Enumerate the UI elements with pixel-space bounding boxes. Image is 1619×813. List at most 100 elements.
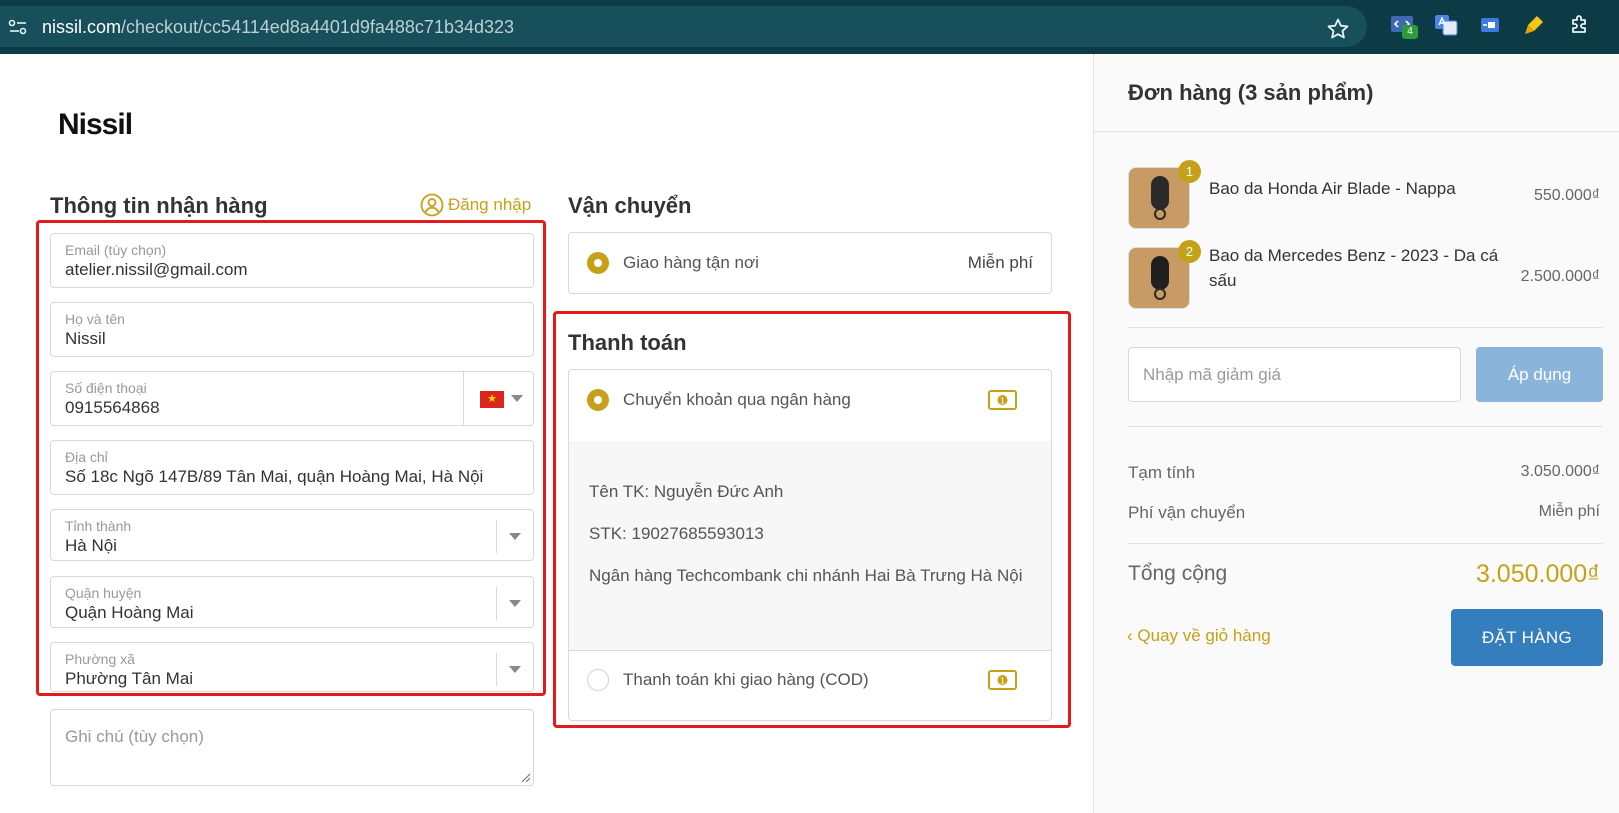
reader-icon — [1481, 18, 1499, 32]
product-name[interactable]: Bao da Mercedes Benz - 2023 - Da cá sấu — [1209, 243, 1499, 293]
address-bar[interactable]: nissil.com/checkout/cc54114ed8a4401d9fa4… — [0, 6, 1367, 47]
product-price: 550.000₫ — [1533, 187, 1600, 204]
province-label: Tỉnh thành — [65, 518, 132, 534]
full-name-label: Họ và tên — [65, 311, 125, 327]
shipping-option-label: Giao hàng tận nơi — [623, 253, 759, 272]
chevron-down-icon — [511, 395, 523, 402]
total-label: Tổng cộng — [1128, 562, 1228, 585]
bank-account-number: STK: 19027685593013 — [589, 524, 764, 543]
cod-radio[interactable] — [587, 669, 609, 691]
order-title-divider — [1093, 131, 1619, 132]
bank-name: Ngân hàng Techcombank chi nhánh Hai Bà T… — [589, 566, 1023, 585]
product-price: 2.500.000₫ — [1520, 268, 1600, 285]
key-cover-icon — [1151, 256, 1169, 290]
site-info-icon[interactable] — [8, 19, 28, 35]
shipping-radio[interactable] — [587, 252, 609, 274]
chevron-left-icon: ‹ — [1127, 626, 1138, 645]
chevron-down-icon — [509, 666, 521, 673]
vietnam-flag-icon: ★ — [480, 391, 504, 408]
product-thumbnail[interactable]: 2 — [1128, 240, 1201, 309]
cash-icon: 1 — [988, 390, 1017, 410]
full-name-value: Nissil — [65, 329, 106, 348]
shipping-option[interactable]: Giao hàng tận nơi Miễn phí — [568, 232, 1052, 294]
address-field[interactable]: Địa chỉ Số 18c Ngõ 147B/89 Tân Mai, quận… — [50, 440, 534, 495]
ward-value: Phường Tân Mai — [65, 669, 194, 688]
select-divider — [496, 587, 497, 620]
cod-label[interactable]: Thanh toán khi giao hàng (COD) — [623, 670, 869, 690]
highlighter-icon — [1525, 16, 1543, 34]
quantity-badge: 2 — [1178, 240, 1201, 263]
translate-icon — [1435, 15, 1458, 36]
select-divider — [496, 653, 497, 686]
cash-icon: 1 — [988, 670, 1017, 690]
chevron-down-icon — [509, 600, 521, 607]
address-label: Địa chỉ — [65, 449, 108, 465]
district-label: Quận huyện — [65, 585, 142, 601]
url-text[interactable]: nissil.com/checkout/cc54114ed8a4401d9fa4… — [42, 17, 514, 38]
subtotal-label: Tạm tính — [1128, 463, 1196, 482]
url-host: nissil.com — [42, 17, 122, 37]
province-select[interactable]: Tỉnh thành Hà Nội — [50, 509, 534, 561]
payment-divider — [568, 650, 1052, 651]
order-title: Đơn hàng (3 sản phẩm) — [1128, 80, 1374, 105]
coupon-input[interactable] — [1128, 347, 1461, 402]
phone-label: Số điện thoại — [65, 380, 147, 396]
bookmark-star-icon[interactable] — [1326, 17, 1350, 41]
ward-label: Phường xã — [65, 651, 135, 667]
bank-transfer-label[interactable]: Chuyển khoản qua ngân hàng — [623, 390, 851, 410]
highlighter-extension-icon[interactable] — [1522, 13, 1546, 37]
svg-text:1: 1 — [1000, 397, 1005, 406]
shipping-fee-label: Phí vận chuyển — [1128, 503, 1246, 522]
products-divider — [1128, 327, 1603, 328]
key-ring-icon — [1154, 208, 1166, 220]
apply-coupon-button[interactable]: Áp dụng — [1476, 347, 1603, 402]
subtotal-value: 3.050.000₫ — [1520, 463, 1600, 480]
place-order-button[interactable]: ĐẶT HÀNG — [1451, 609, 1603, 666]
extension-badge: 4 — [1402, 25, 1418, 39]
shipping-title: Vận chuyển — [568, 193, 692, 218]
extensions-menu-icon[interactable] — [1568, 13, 1592, 37]
coupon-divider — [1128, 426, 1603, 427]
chevron-down-icon — [509, 533, 521, 540]
bank-account-name: Tên TK: Nguyễn Đức Anh — [589, 482, 784, 501]
full-name-field[interactable]: Họ và tên Nissil — [50, 302, 534, 357]
phone-field[interactable]: Số điện thoại 0915564868 ★ — [50, 371, 534, 426]
email-label: Email (tùy chọn) — [65, 242, 167, 258]
bank-transfer-radio[interactable] — [587, 389, 609, 411]
back-to-cart-link[interactable]: ‹ Quay về giỏ hàng — [1127, 626, 1271, 646]
customer-info-title: Thông tin nhận hàng — [50, 193, 268, 218]
back-to-cart-label: Quay về giỏ hàng — [1137, 626, 1271, 645]
user-circle-icon — [420, 193, 444, 217]
district-value: Quận Hoàng Mai — [65, 603, 194, 622]
svg-text:1: 1 — [1000, 677, 1005, 686]
total-value: 3.050.000₫ — [1475, 560, 1600, 588]
resize-handle-icon[interactable] — [519, 771, 531, 783]
devtools-extension-icon[interactable]: 4 — [1390, 13, 1418, 39]
bank-transfer-details: Tên TK: Nguyễn Đức Anh STK: 190276855930… — [568, 441, 1052, 651]
email-field[interactable]: Email (tùy chọn) atelier.nissil@gmail.co… — [50, 233, 534, 288]
totals-divider — [1128, 543, 1603, 544]
country-code-select[interactable]: ★ — [463, 372, 533, 425]
translate-extension-icon[interactable] — [1434, 13, 1458, 37]
email-value: atelier.nissil@gmail.com — [65, 260, 248, 279]
note-textarea[interactable]: Ghi chú (tùy chọn) — [50, 709, 534, 786]
url-path: /checkout/cc54114ed8a4401d9fa488c71b34d3… — [121, 17, 515, 37]
site-logo[interactable]: Nissil — [58, 108, 133, 142]
puzzle-icon — [1572, 15, 1586, 33]
product-thumbnail[interactable]: 1 — [1128, 160, 1201, 229]
product-name[interactable]: Bao da Honda Air Blade - Nappa — [1209, 176, 1499, 201]
phone-value: 0915564868 — [65, 398, 160, 417]
browser-toolbar: nissil.com/checkout/cc54114ed8a4401d9fa4… — [0, 0, 1619, 54]
reader-extension-icon[interactable] — [1478, 13, 1502, 37]
select-divider — [496, 520, 497, 553]
district-select[interactable]: Quận huyện Quận Hoàng Mai — [50, 576, 534, 628]
note-placeholder: Ghi chú (tùy chọn) — [65, 727, 204, 746]
quantity-badge: 1 — [1178, 160, 1201, 183]
login-link[interactable]: Đăng nhập — [420, 193, 531, 217]
payment-title: Thanh toán — [568, 330, 687, 355]
shipping-fee-value: Miễn phí — [1538, 503, 1600, 520]
address-value: Số 18c Ngõ 147B/89 Tân Mai, quận Hoàng M… — [65, 467, 484, 486]
key-ring-icon — [1154, 288, 1166, 300]
ward-select[interactable]: Phường xã Phường Tân Mai — [50, 642, 534, 692]
key-cover-icon — [1151, 176, 1169, 210]
